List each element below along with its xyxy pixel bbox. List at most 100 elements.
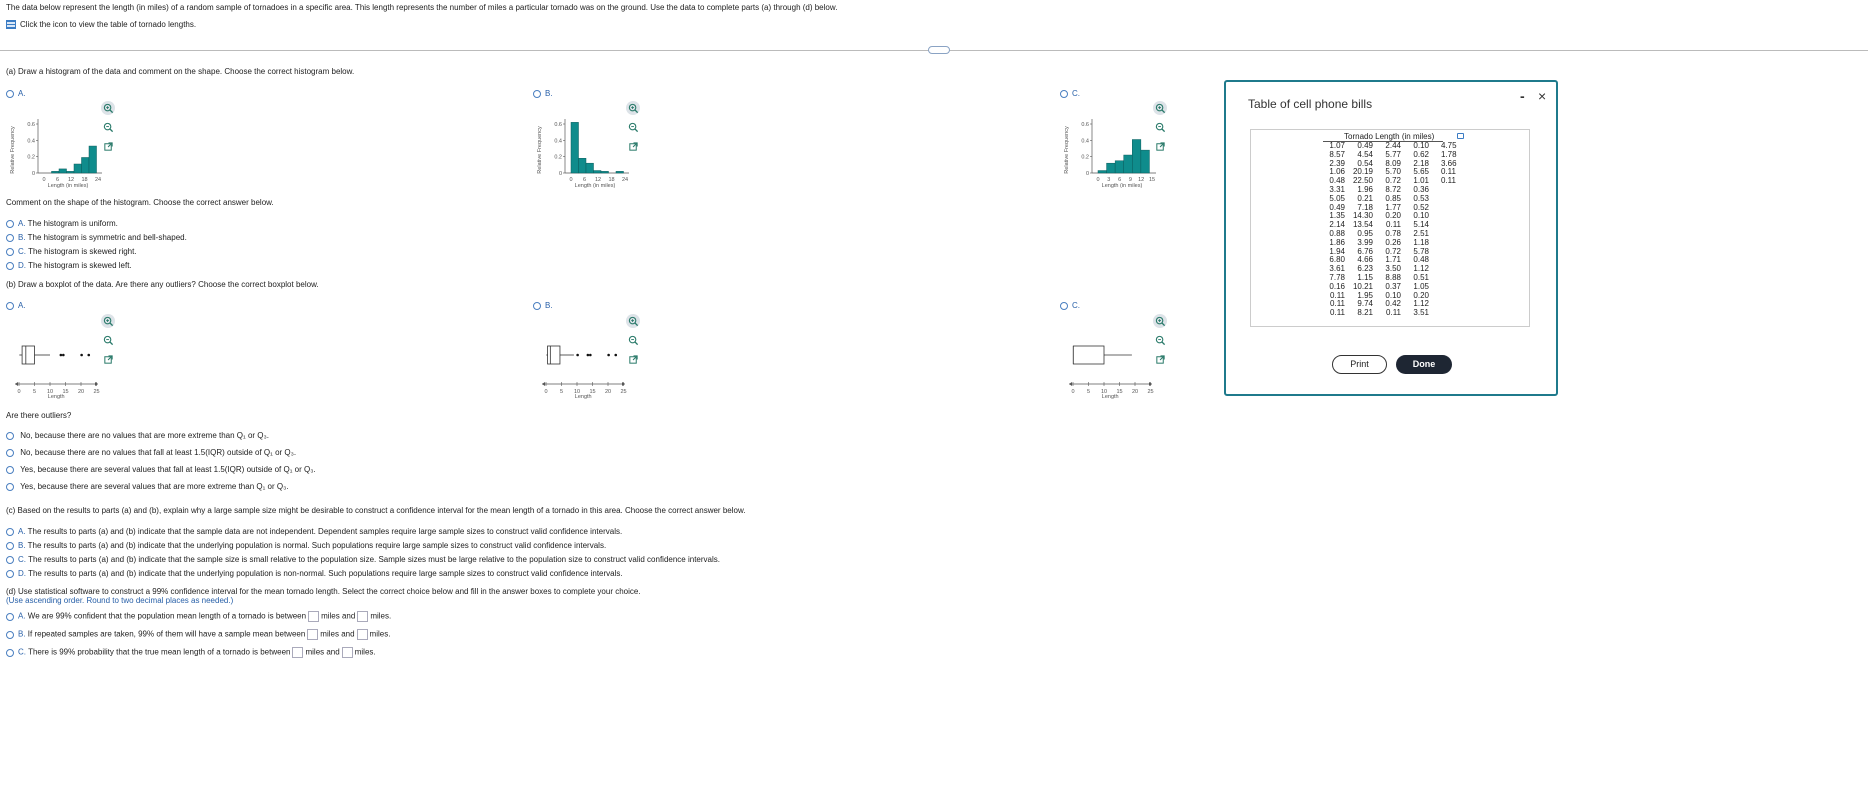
- tick-label: 5: [560, 389, 563, 395]
- radio[interactable]: [1060, 89, 1068, 98]
- outlier-options: No, because there are no values that are…: [6, 431, 316, 499]
- close-button[interactable]: ×: [1538, 88, 1546, 104]
- zoom-in-icon[interactable]: [1153, 101, 1167, 115]
- minimize-button[interactable]: -: [1520, 88, 1525, 104]
- table-cell: [1435, 309, 1459, 318]
- hist-option-c[interactable]: C.: [1060, 89, 1080, 98]
- table-row: 0.11 8.21 0.11 3.51: [1323, 308, 1459, 318]
- print-button[interactable]: Print: [1332, 355, 1387, 374]
- hist-bar: [570, 122, 579, 174]
- part-c-option-b[interactable]: B. The results to parts (a) and (b) indi…: [6, 541, 720, 555]
- tick-label: 20: [605, 389, 611, 395]
- part-a-prompt: (a) Draw a histogram of the data and com…: [6, 67, 355, 76]
- zoom-out-icon[interactable]: [101, 333, 115, 347]
- radio[interactable]: [533, 301, 541, 310]
- axis-arrow-left: [15, 382, 18, 386]
- radio[interactable]: [6, 431, 14, 440]
- outlier-option-1[interactable]: No, because there are no values that are…: [6, 431, 316, 448]
- table-link[interactable]: Click the icon to view the table of torn…: [6, 20, 196, 30]
- part-c-option-c[interactable]: C. The results to parts (a) and (b) indi…: [6, 555, 720, 569]
- radio[interactable]: [1060, 301, 1068, 310]
- lower-bound-input-a[interactable]: [308, 611, 320, 622]
- shape-option-b[interactable]: B. The histogram is symmetric and bell-s…: [6, 233, 187, 247]
- histogram-a: Relative Frequency0.60.40.200 6 12 18 24Leng…: [10, 119, 102, 189]
- radio[interactable]: [6, 233, 14, 242]
- open-window-icon[interactable]: [101, 352, 115, 366]
- open-window-icon[interactable]: [626, 352, 640, 366]
- part-d-option-a[interactable]: A. We are 99% confident that the populat…: [6, 611, 391, 629]
- zoom-out-icon[interactable]: [101, 120, 115, 134]
- done-button[interactable]: Done: [1396, 355, 1452, 374]
- outlier-point: [80, 353, 83, 357]
- open-window-icon[interactable]: [1153, 139, 1167, 153]
- upper-bound-input-b[interactable]: [356, 629, 368, 640]
- box: [1072, 345, 1105, 365]
- shape-option-a[interactable]: A. The histogram is uniform.: [6, 219, 187, 233]
- radio[interactable]: [6, 301, 14, 310]
- upper-bound-input-a[interactable]: [357, 611, 369, 622]
- part-c-option-a[interactable]: A. The results to parts (a) and (b) indi…: [6, 527, 720, 541]
- lower-bound-input-b[interactable]: [307, 629, 319, 640]
- expand-handle[interactable]: [928, 46, 950, 54]
- copy-icon[interactable]: [1457, 133, 1464, 139]
- x-axis-label: Length (in miles): [1102, 183, 1143, 189]
- radio[interactable]: [6, 247, 14, 256]
- hist-option-b[interactable]: B.: [533, 89, 553, 98]
- box: [547, 345, 561, 365]
- zoom-out-icon[interactable]: [626, 120, 640, 134]
- y-tick-label: 0.4: [1081, 138, 1089, 144]
- boxplot-option-c[interactable]: C.: [1060, 301, 1080, 310]
- radio[interactable]: [6, 219, 14, 228]
- hist-bar: [585, 162, 594, 174]
- table-cell: [1435, 274, 1459, 283]
- part-c-prompt: (c) Based on the results to parts (a) an…: [6, 506, 746, 515]
- radio[interactable]: [6, 648, 14, 657]
- radio[interactable]: [6, 630, 14, 639]
- radio[interactable]: [533, 89, 541, 98]
- lower-bound-input-c[interactable]: [292, 647, 304, 658]
- boxplot-option-b[interactable]: B.: [533, 301, 553, 310]
- radio[interactable]: [6, 261, 14, 270]
- radio[interactable]: [6, 527, 14, 536]
- part-d-options: A. We are 99% confident that the populat…: [6, 611, 391, 665]
- table-cell: 0.11: [1330, 308, 1345, 318]
- outlier-option-4[interactable]: Yes, because there are several values th…: [6, 482, 316, 499]
- hist-bar: [1114, 160, 1124, 174]
- shape-option-d[interactable]: D. The histogram is skewed left.: [6, 261, 187, 275]
- part-d-option-c[interactable]: C. There is 99% probability that the tru…: [6, 647, 391, 665]
- y-tick-label: 0.2: [27, 155, 35, 161]
- radio[interactable]: [6, 89, 14, 98]
- zoom-in-icon[interactable]: [1153, 314, 1167, 328]
- table-icon[interactable]: [6, 20, 16, 30]
- upper-bound-input-c[interactable]: [341, 647, 353, 658]
- shape-option-c[interactable]: C. The histogram is skewed right.: [6, 247, 187, 261]
- hist-bar: [1106, 162, 1116, 174]
- part-c-option-d[interactable]: D. The results to parts (a) and (b) indi…: [6, 569, 720, 583]
- radio[interactable]: [6, 612, 14, 621]
- radio[interactable]: [6, 465, 14, 474]
- x-axis-label: Length: [1102, 394, 1119, 400]
- tick-label: 25: [620, 389, 626, 395]
- data-table-popup: Table of cell phone bills - × Tornado Le…: [1224, 80, 1558, 396]
- zoom-out-icon[interactable]: [1153, 333, 1167, 347]
- radio[interactable]: [6, 448, 14, 457]
- open-window-icon[interactable]: [626, 139, 640, 153]
- radio[interactable]: [6, 541, 14, 550]
- zoom-in-icon[interactable]: [101, 101, 115, 115]
- hist-option-a[interactable]: A.: [6, 89, 26, 98]
- zoom-in-icon[interactable]: [626, 101, 640, 115]
- open-window-icon[interactable]: [1153, 352, 1167, 366]
- outlier-option-3[interactable]: Yes, because there are several values th…: [6, 465, 316, 482]
- radio[interactable]: [6, 482, 14, 491]
- zoom-in-icon[interactable]: [626, 314, 640, 328]
- tick-label: 20: [1132, 389, 1138, 395]
- radio[interactable]: [6, 569, 14, 578]
- boxplot-option-a[interactable]: A.: [6, 301, 26, 310]
- open-window-icon[interactable]: [101, 139, 115, 153]
- outlier-option-2[interactable]: No, because there are no values that fal…: [6, 448, 316, 465]
- zoom-out-icon[interactable]: [626, 333, 640, 347]
- zoom-out-icon[interactable]: [1153, 120, 1167, 134]
- radio[interactable]: [6, 555, 14, 564]
- part-d-option-b[interactable]: B. If repeated samples are taken, 99% of…: [6, 629, 391, 647]
- zoom-in-icon[interactable]: [101, 314, 115, 328]
